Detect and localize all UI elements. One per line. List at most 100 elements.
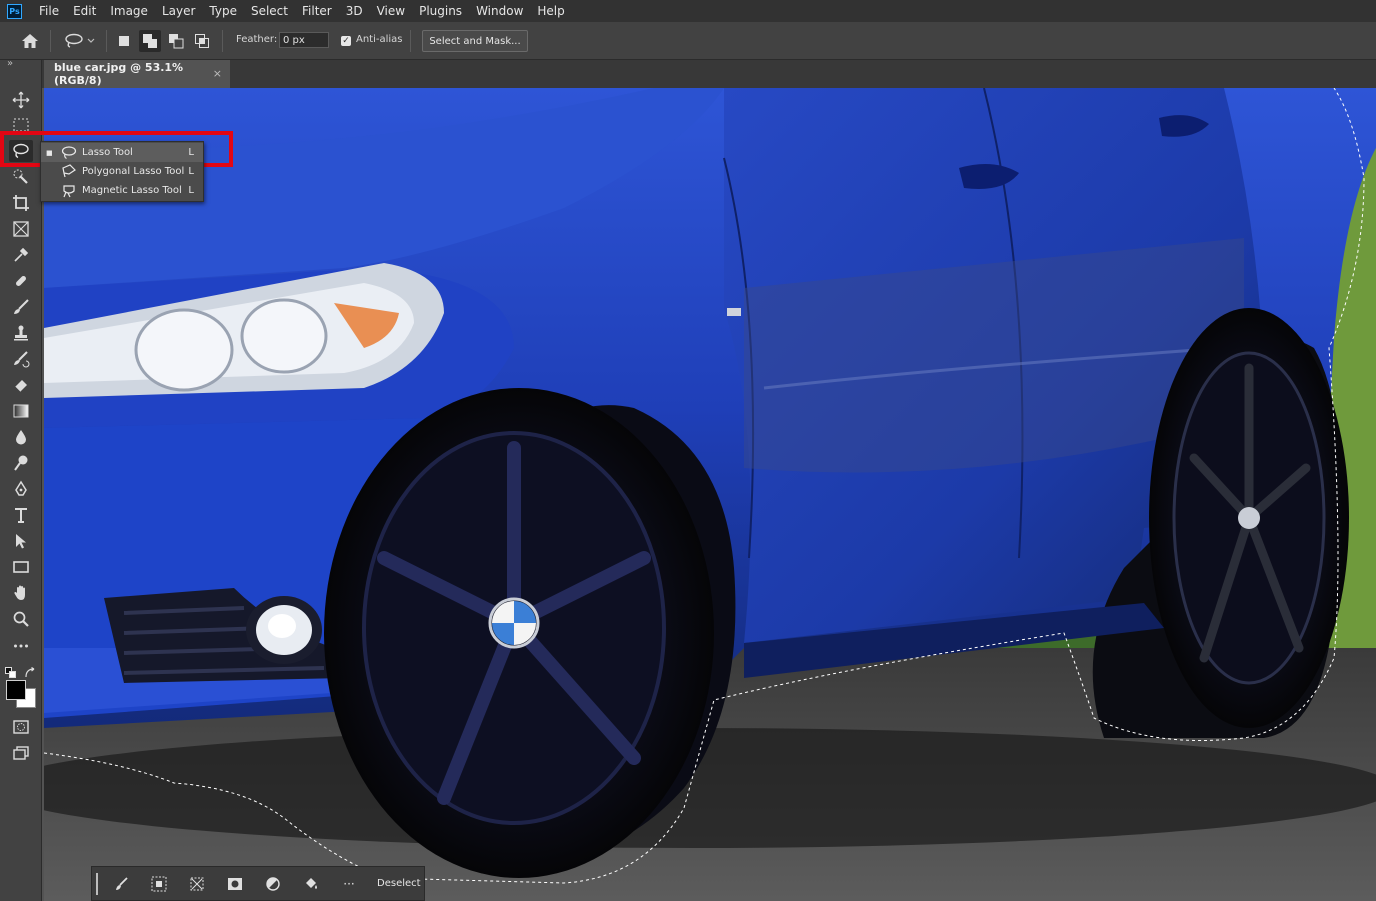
contextual-task-bar: ··· Deselect — [91, 866, 425, 901]
foreground-color-swatch[interactable] — [6, 680, 26, 700]
flyout-shortcut: L — [188, 185, 194, 196]
invert-selection-button[interactable] — [150, 875, 168, 893]
droplet-icon — [16, 430, 26, 445]
fill-selection-button[interactable] — [302, 875, 320, 893]
flyout-label: Lasso Tool — [82, 147, 133, 158]
drag-handle[interactable] — [96, 873, 98, 895]
menu-help[interactable]: Help — [530, 4, 571, 18]
antialias-label: Anti-alias — [356, 34, 403, 45]
modify-selection-button[interactable] — [113, 875, 131, 893]
home-button[interactable] — [18, 31, 42, 51]
eyedropper-icon — [14, 247, 29, 262]
create-mask-button[interactable] — [226, 875, 244, 893]
gradient-tool[interactable] — [9, 400, 33, 422]
antialias-checkbox[interactable]: ✓ — [341, 36, 351, 46]
document-tab-bar — [42, 60, 1376, 88]
intersect-selection-button[interactable] — [192, 31, 212, 51]
car-photo — [44, 88, 1376, 901]
eraser-icon — [14, 380, 27, 393]
more-icon — [14, 644, 28, 648]
pen-tool[interactable] — [9, 478, 33, 500]
screen-mode-button[interactable] — [9, 742, 33, 764]
history-brush-tool[interactable] — [9, 348, 33, 370]
add-to-selection-button[interactable] — [139, 30, 161, 52]
document-canvas[interactable] — [44, 88, 1376, 901]
subtract-selection-icon — [169, 34, 184, 49]
chevron-down-icon — [87, 38, 95, 43]
menu-layer[interactable]: Layer — [155, 4, 202, 18]
menu-filter[interactable]: Filter — [295, 4, 339, 18]
dodge-tool[interactable] — [9, 452, 33, 474]
subtract-from-selection-button[interactable] — [166, 31, 186, 51]
healing-brush-tool[interactable] — [9, 270, 33, 292]
frame-icon — [13, 221, 29, 237]
hand-icon — [14, 585, 25, 600]
collapse-panel-button[interactable]: » — [7, 58, 13, 69]
default-colors-icon — [5, 667, 16, 678]
edit-toolbar-button[interactable] — [9, 635, 33, 657]
clone-stamp-tool[interactable] — [9, 322, 33, 344]
magnetic-lasso-icon — [63, 185, 75, 198]
crop-tool[interactable] — [9, 192, 33, 214]
zoom-tool[interactable] — [9, 608, 33, 630]
type-tool[interactable] — [9, 504, 33, 526]
close-tab-icon[interactable]: × — [213, 67, 222, 80]
bandage-icon — [16, 276, 26, 286]
menu-3d[interactable]: 3D — [339, 4, 370, 18]
quick-mask-button[interactable] — [9, 716, 33, 738]
frame-tool[interactable] — [9, 218, 33, 240]
stamp-icon — [14, 325, 28, 341]
menu-type[interactable]: Type — [202, 4, 244, 18]
more-options-button[interactable]: ··· — [340, 875, 358, 893]
menu-file[interactable]: File — [32, 4, 66, 18]
flyout-item-magnetic-lasso-tool[interactable]: Magnetic Lasso Tool L — [41, 181, 203, 200]
flyout-shortcut: L — [188, 147, 194, 158]
feather-input[interactable] — [279, 32, 329, 48]
menu-edit[interactable]: Edit — [66, 4, 103, 18]
gradient-icon — [13, 404, 29, 418]
menu-image[interactable]: Image — [103, 4, 155, 18]
active-bullet-icon: ■ — [46, 148, 53, 157]
path-selection-tool[interactable] — [9, 530, 33, 552]
type-icon — [15, 508, 27, 523]
quick-selection-tool[interactable] — [9, 166, 33, 188]
history-brush-icon — [14, 351, 30, 368]
swap-arrow-icon — [25, 666, 35, 678]
flyout-item-lasso-tool[interactable]: ■ Lasso Tool L — [41, 143, 203, 162]
default-colors-button[interactable] — [5, 664, 17, 678]
flyout-item-polygonal-lasso-tool[interactable]: Polygonal Lasso Tool L — [41, 162, 203, 181]
menu-plugins[interactable]: Plugins — [412, 4, 469, 18]
half-circle-icon — [266, 877, 280, 891]
document-tab[interactable]: blue car.jpg @ 53.1% (RGB/8) × — [44, 60, 230, 88]
polygonal-lasso-icon — [62, 164, 76, 178]
new-selection-button[interactable] — [114, 31, 134, 51]
home-icon — [22, 34, 38, 48]
blur-tool[interactable] — [9, 426, 33, 448]
hand-tool[interactable] — [9, 582, 33, 604]
eraser-tool[interactable] — [9, 374, 33, 396]
transform-selection-button[interactable] — [188, 875, 206, 893]
select-and-mask-button[interactable]: Select and Mask... — [422, 30, 528, 52]
brush-selection-icon — [116, 877, 128, 890]
tools-panel: » — [0, 58, 42, 901]
flyout-shortcut: L — [188, 166, 194, 177]
mask-icon — [228, 878, 242, 890]
menu-view[interactable]: View — [370, 4, 412, 18]
add-selection-icon — [143, 34, 157, 48]
photoshop-logo: Ps — [7, 3, 22, 19]
menu-window[interactable]: Window — [469, 4, 530, 18]
lasso-icon — [61, 146, 77, 160]
brush-tool[interactable] — [9, 296, 33, 318]
move-tool[interactable] — [9, 89, 33, 111]
tool-preset-picker[interactable] — [60, 31, 100, 51]
pen-icon — [15, 480, 27, 496]
rectangle-tool[interactable] — [9, 556, 33, 578]
eyedropper-tool[interactable] — [9, 244, 33, 266]
menu-select[interactable]: Select — [244, 4, 295, 18]
swap-colors-button[interactable] — [24, 664, 36, 678]
menu-bar: Ps File Edit Image Layer Type Select Fil… — [0, 0, 1376, 22]
quick-mask-icon — [13, 720, 29, 734]
deselect-button[interactable]: Deselect — [377, 878, 421, 889]
adjustment-layer-button[interactable] — [264, 875, 282, 893]
intersect-selection-icon — [195, 34, 209, 48]
